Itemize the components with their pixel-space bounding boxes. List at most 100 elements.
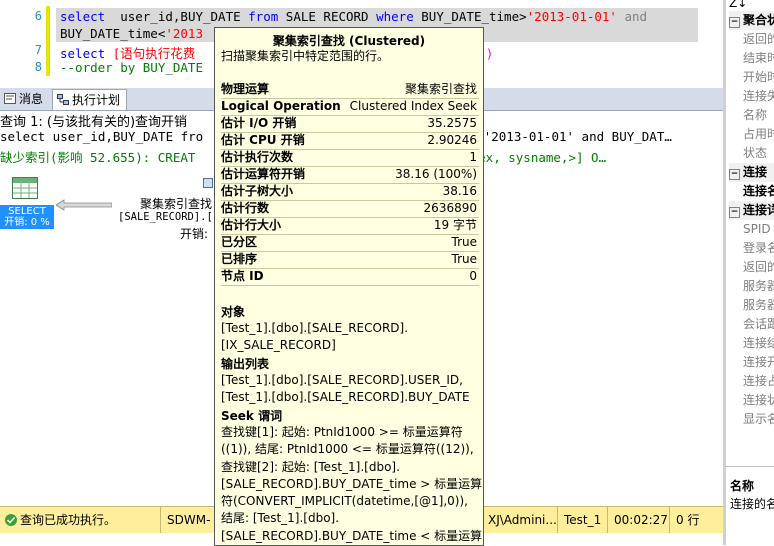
property-item[interactable]: SPID	[729, 220, 774, 239]
property-item[interactable]: 连接状	[729, 391, 774, 410]
tooltip-subtitle: 扫描聚集索引中特定范围的行。	[221, 49, 390, 63]
keyword: where	[376, 9, 414, 24]
collapse-icon[interactable]: −	[729, 17, 740, 28]
tooltip-row-key: 已分区	[221, 235, 258, 249]
property-label: 连接占	[743, 374, 774, 388]
seek-predicate-heading: Seek 谓词	[221, 409, 283, 423]
property-category[interactable]: −连接详	[729, 201, 774, 220]
property-item[interactable]: 连接开	[729, 353, 774, 372]
collapse-icon[interactable]: −	[729, 169, 740, 180]
seek-node-title: 聚集索引查找	[140, 197, 213, 211]
tab-execution-plan[interactable]: 执行计划	[52, 89, 128, 110]
seek-predicate-value: 查找键[1]: 起始: PtnId1000 >= 标量运算符 ((1)), 结尾…	[221, 425, 483, 543]
property-item[interactable]: 占用时	[729, 125, 774, 144]
line-number: 6	[34, 9, 42, 23]
property-label: 服务器	[743, 298, 774, 312]
property-item[interactable]: 结束时	[729, 49, 774, 68]
tooltip-row: 估计 I/O 开销 35.2575	[221, 115, 479, 133]
tooltip-row-value: 聚集索引查找	[404, 82, 477, 96]
line-number: 8	[34, 60, 42, 74]
property-label: 聚合状	[743, 13, 774, 27]
string-literal: '2013	[165, 26, 203, 41]
tooltip-row: Logical Operation Clustered Index Seek	[221, 98, 479, 116]
object-value: [Test_1].[dbo].[SALE_RECORD]. [IX_SALE_R…	[221, 321, 409, 353]
property-item[interactable]: 连接结	[729, 334, 774, 353]
operator: and	[616, 9, 648, 24]
property-label: 状态	[743, 146, 768, 160]
tab-label: 执行计划	[72, 93, 121, 107]
property-label: 连接	[743, 165, 768, 179]
property-label: 名称	[743, 108, 768, 122]
status-user: XJ\Admini...	[488, 513, 557, 527]
status-message: 查询已成功执行。	[0, 507, 154, 533]
property-label: 会话跟	[743, 317, 774, 331]
property-item[interactable]: 返回的	[729, 30, 774, 49]
property-item[interactable]: 连接失	[729, 87, 774, 106]
property-label: 连接失	[743, 89, 774, 103]
property-item[interactable]: 返回的	[729, 258, 774, 277]
property-item[interactable]: 状态	[729, 144, 774, 163]
property-item[interactable]: 服务器	[729, 296, 774, 315]
seek-node-icon[interactable]	[203, 177, 213, 188]
messages-icon	[4, 93, 16, 104]
tooltip-row-value: 38.16	[442, 184, 477, 198]
tooltip-row: 已排序 True	[221, 251, 479, 269]
property-label: 连接结	[743, 336, 774, 350]
line-number-gutter: 6 7 8	[0, 0, 46, 80]
property-label: 占用时	[743, 127, 774, 141]
code-text: BUY_DATE_time>	[413, 9, 527, 24]
tooltip-row-key: 估计子树大小	[221, 184, 294, 198]
property-category[interactable]: − 连接	[729, 163, 774, 182]
tooltip-row-value: 2636890	[423, 201, 477, 215]
seek-node-object: [SALE_RECORD].[	[118, 211, 213, 223]
status-database: Test_1	[557, 507, 604, 533]
tooltip-row: 估计行大小 19 字节	[221, 217, 479, 235]
object-heading: 对象	[221, 305, 246, 319]
keyword: select	[60, 9, 106, 24]
sort-alpha-icon[interactable]: Z↓	[729, 0, 774, 10]
tooltip-row-value: 0	[469, 269, 477, 283]
property-label: 服务器	[743, 279, 774, 293]
property-item[interactable]: 名称	[729, 106, 774, 125]
property-label: 连接开	[743, 355, 774, 369]
code-line[interactable]: select user_id,BUY_DATE from SALE RECORD…	[60, 9, 647, 24]
tooltip-row-key: 估计行数	[221, 201, 270, 215]
change-marker	[46, 6, 50, 76]
keyword: select	[60, 46, 106, 61]
code-line[interactable]: BUY_DATE_time<'2013	[60, 26, 203, 41]
tooltip-row-value: 2.90246	[427, 133, 477, 147]
property-item[interactable]: 显示名	[729, 410, 774, 429]
select-node-icon[interactable]	[12, 177, 38, 199]
line-number: 7	[34, 43, 42, 57]
property-item[interactable]: 连接占	[729, 372, 774, 391]
code-text: SALE RECORD	[278, 9, 377, 24]
properties-panel[interactable]: Z↓ −聚合状返回的结束时开始时连接失名称占用时状态−连接连接名−连接详SPID…	[723, 0, 774, 544]
tooltip-row: 估计 CPU 开销 2.90246	[221, 132, 479, 150]
property-item[interactable]: 连接名	[729, 182, 774, 201]
property-item[interactable]: 开始时	[729, 68, 774, 87]
tooltip-row: 估计行数 2636890	[221, 200, 479, 218]
tooltip-row: 节点 ID 0	[221, 268, 479, 286]
property-description: 名称 连接的名	[723, 466, 774, 545]
property-label: 返回的	[743, 32, 774, 46]
property-item[interactable]: 服务器	[729, 277, 774, 296]
tooltip-row-key: 已排序	[221, 252, 258, 266]
select-node-label[interactable]: SELECT 开销: 0 %	[0, 205, 54, 229]
property-label: 显示名	[743, 412, 774, 426]
property-item[interactable]: 登录名	[729, 239, 774, 258]
property-category[interactable]: −聚合状	[729, 11, 774, 30]
tab-messages[interactable]: 消息	[0, 89, 49, 109]
property-label: 结束时	[743, 51, 774, 65]
status-rows: 0 行	[669, 507, 716, 533]
string-literal: '2013-01-01'	[526, 9, 617, 24]
code-line[interactable]: --order by BUY_DATE	[60, 60, 203, 75]
code-text: BUY_DATE_time<	[60, 26, 166, 41]
tooltip-row-value: True	[451, 252, 478, 266]
tooltip-row-value: 35.2575	[427, 116, 477, 130]
keyword: from	[248, 9, 279, 24]
tooltip-row-key: Logical Operation	[221, 99, 341, 113]
property-item[interactable]: 会话跟	[729, 315, 774, 334]
output-list-value: [Test_1].[dbo].[SALE_RECORD].USER_ID, [T…	[221, 373, 470, 405]
status-elapsed: 00:02:27	[607, 507, 669, 533]
collapse-icon[interactable]: −	[729, 207, 740, 218]
